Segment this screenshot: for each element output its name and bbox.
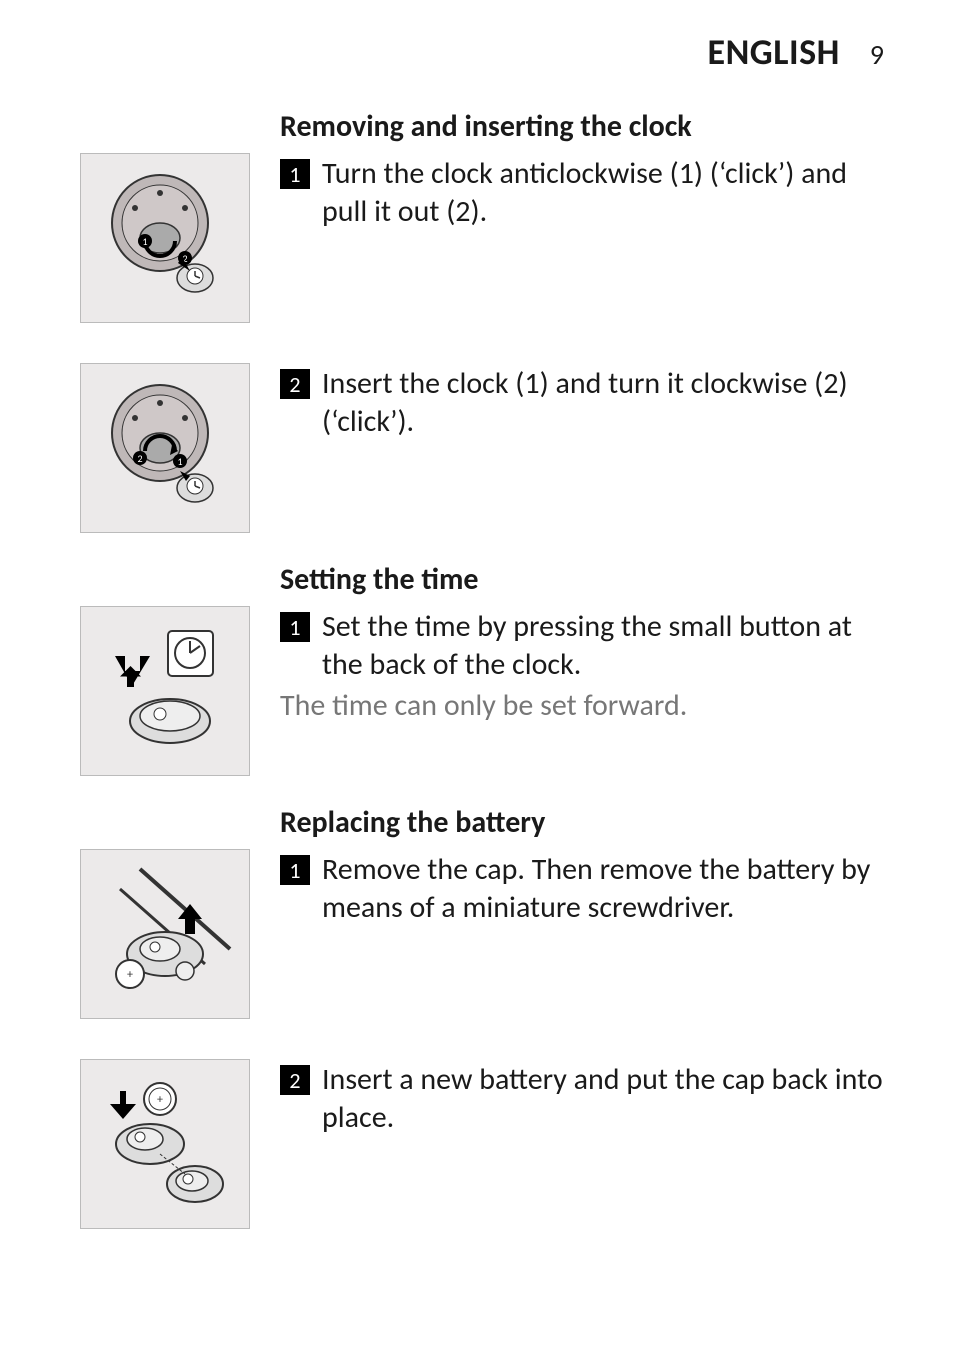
page-header: ENGLISH 9	[50, 30, 884, 74]
figure-clock-remove: 1 2	[80, 153, 250, 323]
svg-text:1: 1	[177, 455, 182, 468]
figure-column	[50, 606, 280, 776]
figure-column: 2 1	[50, 363, 280, 533]
section-title-removing: Removing and inserting the clock	[280, 108, 884, 145]
step-text: Insert the clock (1) and turn it clockwi…	[322, 365, 884, 440]
page-number: 9	[870, 37, 884, 72]
text-column: 2 Insert a new battery and put the cap b…	[280, 1059, 884, 1140]
step-number-box: 2	[280, 369, 310, 399]
svg-text:1: 1	[142, 235, 147, 248]
manual-page: ENGLISH 9 Removing and inserting the clo…	[0, 0, 954, 1345]
text-column: 2 Insert the clock (1) and turn it clock…	[280, 363, 884, 444]
step-text: Turn the clock anticlockwise (1) (‘click…	[322, 155, 884, 230]
section-setting-heading-wrap: Setting the time	[280, 561, 884, 598]
step-text: Set the time by pressing the small butto…	[322, 608, 884, 683]
figure-battery-remove: +	[80, 849, 250, 1019]
svg-text:+: +	[157, 1093, 163, 1107]
step-removing-2: 2 Insert the clock (1) and turn it clock…	[280, 365, 884, 440]
step-number-box: 1	[280, 159, 310, 189]
clock-remove-illustration-icon: 1 2	[90, 163, 240, 313]
battery-remove-illustration-icon: +	[90, 859, 240, 1009]
text-column: 1 Remove the cap. Then remove the batter…	[280, 849, 884, 930]
step-number-box: 1	[280, 855, 310, 885]
text-column: 1 Set the time by pressing the small but…	[280, 606, 884, 725]
language-label: ENGLISH	[708, 30, 840, 74]
figure-battery-insert: +	[80, 1059, 250, 1229]
figure-clock-insert: 2 1	[80, 363, 250, 533]
step-row-removing-2: 2 1 2 Insert the clock (1) and turn it c…	[50, 363, 884, 533]
step-number-box: 1	[280, 612, 310, 642]
step-row-replacing-1: + 1 Remove the cap. Then remove the batt…	[50, 849, 884, 1019]
step-row-replacing-2: + 2 Insert a new battery and put the cap…	[50, 1059, 884, 1229]
set-time-illustration-icon	[90, 616, 240, 766]
text-column: 1 Turn the clock anticlockwise (1) (‘cli…	[280, 153, 884, 234]
step-replacing-1: 1 Remove the cap. Then remove the batter…	[280, 851, 884, 926]
step-removing-1: 1 Turn the clock anticlockwise (1) (‘cli…	[280, 155, 884, 230]
step-row-setting-1: 1 Set the time by pressing the small but…	[50, 606, 884, 776]
clock-insert-illustration-icon: 2 1	[90, 373, 240, 523]
step-row-removing-1: 1 2 1 Turn the clock anticlockwise (1) (…	[50, 153, 884, 323]
section-replacing-heading-wrap: Replacing the battery	[280, 804, 884, 841]
step-text: Insert a new battery and put the cap bac…	[322, 1061, 884, 1136]
setting-note: The time can only be set forward.	[280, 687, 884, 725]
step-replacing-2: 2 Insert a new battery and put the cap b…	[280, 1061, 884, 1136]
svg-text:2: 2	[137, 452, 142, 465]
step-text: Remove the cap. Then remove the battery …	[322, 851, 884, 926]
section-removing-heading-wrap: Removing and inserting the clock	[280, 108, 884, 145]
figure-column: +	[50, 849, 280, 1019]
step-number-box: 2	[280, 1065, 310, 1095]
figure-column: +	[50, 1059, 280, 1229]
section-title-setting: Setting the time	[280, 561, 884, 598]
figure-column: 1 2	[50, 153, 280, 323]
battery-insert-illustration-icon: +	[90, 1069, 240, 1219]
svg-text:+: +	[127, 968, 133, 982]
section-title-replacing: Replacing the battery	[280, 804, 884, 841]
step-setting-1: 1 Set the time by pressing the small but…	[280, 608, 884, 683]
figure-set-time	[80, 606, 250, 776]
